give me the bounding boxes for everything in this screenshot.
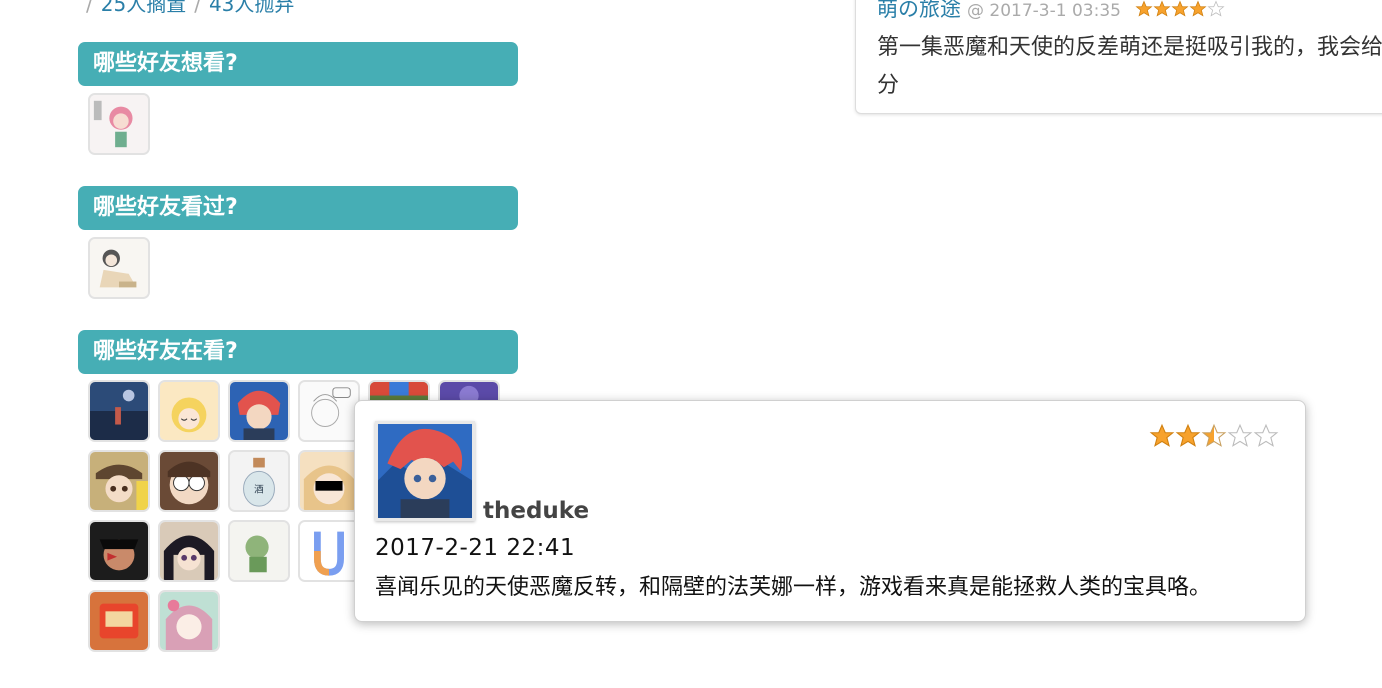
friend-avatar[interactable] [298,380,360,442]
dropped-count-link[interactable]: 43人抛弃 [209,0,294,16]
section-header-wish: 哪些好友想看? [78,42,518,86]
friend-avatar[interactable] [158,450,220,512]
review-rating [1135,0,1225,23]
star-filled-icon [1171,0,1189,17]
star-filled-icon [1135,0,1153,17]
star-filled-icon [1189,0,1207,17]
star-filled-icon [1153,0,1171,17]
popup-comment: 喜闻乐见的天使恶魔反转，和隔壁的法芙娜一样，游戏看来真是能拯救人类的宝具咯。 [375,575,1212,600]
friend-avatar[interactable] [88,450,150,512]
status-breadcrumb: /25人搁置/43人抛弃 [78,0,294,17]
friend-avatar[interactable] [228,520,290,582]
friend-avatar[interactable] [298,450,360,512]
review-text: 第一集恶魔和天使的反差萌还是挺吸引我的，我会给7分 [877,35,1382,98]
section-title: 哪些好友看过? [93,195,238,220]
popup-date: 2017-2-21 22:41 [375,535,576,561]
section-header-watched: 哪些好友看过? [78,186,518,230]
star-empty-icon [1207,0,1225,17]
popup-rating [1149,423,1279,453]
friend-avatar[interactable] [88,520,150,582]
star-half-icon [1201,423,1227,447]
section-title: 哪些好友在看? [93,339,238,364]
star-filled-icon [1149,423,1175,447]
user-comment-popup: theduke 2017-2-21 22:41 喜闻乐见的天使恶魔反转，和隔壁的… [354,400,1306,622]
friend-avatar[interactable] [298,520,360,582]
friend-avatar[interactable] [88,590,150,652]
star-empty-icon [1227,423,1253,447]
star-empty-icon [1253,423,1279,447]
popup-user-avatar[interactable] [375,421,475,521]
section-title: 哪些好友想看? [93,51,238,76]
friend-avatar[interactable]: 酒 [228,450,290,512]
friend-avatar[interactable] [88,93,150,155]
friend-avatar[interactable] [158,520,220,582]
friend-avatar[interactable] [88,380,150,442]
svg-text:酒: 酒 [254,485,264,496]
review-username-link[interactable]: 萌の旅途 [877,0,961,21]
review-time: @ 2017-3-1 03:35 [967,1,1121,21]
friend-avatar[interactable] [228,380,290,442]
friend-avatar[interactable] [158,590,220,652]
popup-username[interactable]: theduke [483,498,589,524]
onhold-count-link[interactable]: 25人搁置 [101,0,186,16]
friend-avatar[interactable] [88,237,150,299]
star-filled-icon [1175,423,1201,447]
section-header-watching: 哪些好友在看? [78,330,518,374]
user-review-card: 萌の旅途 @ 2017-3-1 03:35 第一集恶魔和天使的反差萌还是挺吸引我的… [855,0,1382,114]
friend-avatar[interactable] [158,380,220,442]
review-meta: 萌の旅途 @ 2017-3-1 03:35 [877,0,1225,23]
